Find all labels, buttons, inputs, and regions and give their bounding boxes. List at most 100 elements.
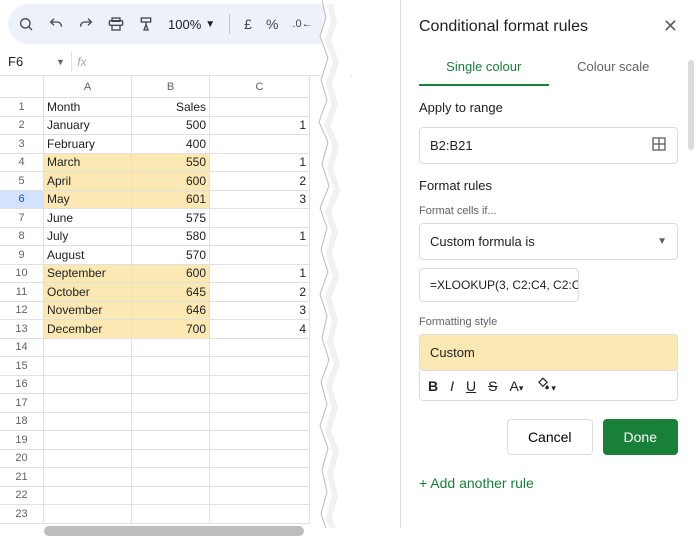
underline-button[interactable]: U: [466, 378, 476, 394]
cell[interactable]: [210, 468, 310, 487]
cell[interactable]: [210, 431, 310, 450]
cell[interactable]: [44, 468, 132, 487]
style-preview[interactable]: Custom: [419, 334, 678, 371]
cell[interactable]: [132, 431, 210, 450]
cell[interactable]: 645: [132, 283, 210, 302]
row-header[interactable]: 6: [0, 191, 44, 210]
row-header[interactable]: 21: [0, 468, 44, 487]
row-header[interactable]: 3: [0, 135, 44, 154]
row-header[interactable]: 2: [0, 117, 44, 136]
search-icon[interactable]: [18, 16, 34, 32]
cell[interactable]: [210, 376, 310, 395]
cell[interactable]: [44, 339, 132, 358]
close-icon[interactable]: ✕: [663, 16, 678, 37]
cell[interactable]: [210, 505, 310, 524]
cell[interactable]: 3: [210, 191, 310, 210]
done-button[interactable]: Done: [603, 419, 678, 455]
cell[interactable]: 570: [132, 246, 210, 265]
formula-input[interactable]: =XLOOKUP(3, C2:C4, C2:C4: [419, 268, 579, 302]
cell[interactable]: April: [44, 172, 132, 191]
row-header[interactable]: 13: [0, 320, 44, 339]
row-header[interactable]: 18: [0, 413, 44, 432]
cell[interactable]: 1: [210, 117, 310, 136]
cell[interactable]: [44, 413, 132, 432]
row-header[interactable]: 8: [0, 228, 44, 247]
cell[interactable]: [132, 394, 210, 413]
col-header-b[interactable]: B: [132, 76, 210, 98]
row-header[interactable]: 22: [0, 487, 44, 506]
cell[interactable]: [44, 487, 132, 506]
cell[interactable]: [132, 376, 210, 395]
cell[interactable]: 4: [210, 320, 310, 339]
horizontal-scrollbar[interactable]: [44, 526, 304, 536]
fill-color-button[interactable]: ▾: [535, 377, 556, 394]
cell[interactable]: 400: [132, 135, 210, 154]
tab-single-colour[interactable]: Single colour: [419, 49, 549, 86]
cell[interactable]: [132, 487, 210, 506]
cell[interactable]: Month: [44, 98, 132, 117]
cell[interactable]: 2: [210, 172, 310, 191]
cell[interactable]: 600: [132, 265, 210, 284]
decrease-decimal-icon[interactable]: .0←: [292, 18, 312, 30]
cell[interactable]: 575: [132, 209, 210, 228]
cell[interactable]: [132, 413, 210, 432]
condition-select[interactable]: Custom formula is ▼: [419, 223, 678, 260]
cell[interactable]: [44, 376, 132, 395]
row-header[interactable]: 9: [0, 246, 44, 265]
cell[interactable]: [44, 357, 132, 376]
cell[interactable]: 600: [132, 172, 210, 191]
cell[interactable]: 500: [132, 117, 210, 136]
cell[interactable]: 700: [132, 320, 210, 339]
cell[interactable]: October: [44, 283, 132, 302]
italic-button[interactable]: I: [450, 378, 454, 394]
cell[interactable]: [132, 339, 210, 358]
undo-icon[interactable]: [48, 16, 64, 32]
cell[interactable]: [132, 450, 210, 469]
cell[interactable]: June: [44, 209, 132, 228]
cell[interactable]: [210, 246, 310, 265]
add-another-rule[interactable]: + Add another rule: [401, 467, 696, 499]
cell[interactable]: 2: [210, 283, 310, 302]
row-header[interactable]: 4: [0, 154, 44, 173]
col-header-a[interactable]: A: [44, 76, 132, 98]
zoom-select[interactable]: 100% ▼: [168, 17, 215, 32]
cell[interactable]: [210, 413, 310, 432]
cell[interactable]: August: [44, 246, 132, 265]
cell[interactable]: 550: [132, 154, 210, 173]
cell[interactable]: [44, 450, 132, 469]
row-header[interactable]: 12: [0, 302, 44, 321]
name-box-dropdown[interactable]: ▼: [50, 57, 71, 67]
redo-icon[interactable]: [78, 16, 94, 32]
row-header[interactable]: 14: [0, 339, 44, 358]
row-header[interactable]: 5: [0, 172, 44, 191]
cell[interactable]: January: [44, 117, 132, 136]
cell[interactable]: [210, 357, 310, 376]
print-icon[interactable]: [108, 16, 124, 32]
row-header[interactable]: 19: [0, 431, 44, 450]
cell[interactable]: July: [44, 228, 132, 247]
panel-scrollbar[interactable]: [688, 60, 694, 150]
row-header[interactable]: 17: [0, 394, 44, 413]
cell[interactable]: [210, 98, 310, 117]
text-color-button[interactable]: A▾: [509, 378, 523, 394]
cell[interactable]: May: [44, 191, 132, 210]
select-range-icon[interactable]: [651, 136, 667, 155]
row-header[interactable]: 7: [0, 209, 44, 228]
cell[interactable]: [210, 135, 310, 154]
cell[interactable]: 580: [132, 228, 210, 247]
cell[interactable]: Sales: [132, 98, 210, 117]
cell[interactable]: [210, 394, 310, 413]
strikethrough-button[interactable]: S: [488, 378, 497, 394]
cell[interactable]: [132, 357, 210, 376]
cell[interactable]: 3: [210, 302, 310, 321]
cell[interactable]: December: [44, 320, 132, 339]
row-header[interactable]: 23: [0, 505, 44, 524]
cancel-button[interactable]: Cancel: [507, 419, 593, 455]
cell[interactable]: [44, 394, 132, 413]
name-box[interactable]: F6: [0, 54, 50, 69]
select-all-corner[interactable]: [0, 76, 44, 98]
cell[interactable]: September: [44, 265, 132, 284]
cell[interactable]: 646: [132, 302, 210, 321]
cell[interactable]: [210, 487, 310, 506]
apply-range-input[interactable]: B2:B21: [419, 127, 678, 164]
